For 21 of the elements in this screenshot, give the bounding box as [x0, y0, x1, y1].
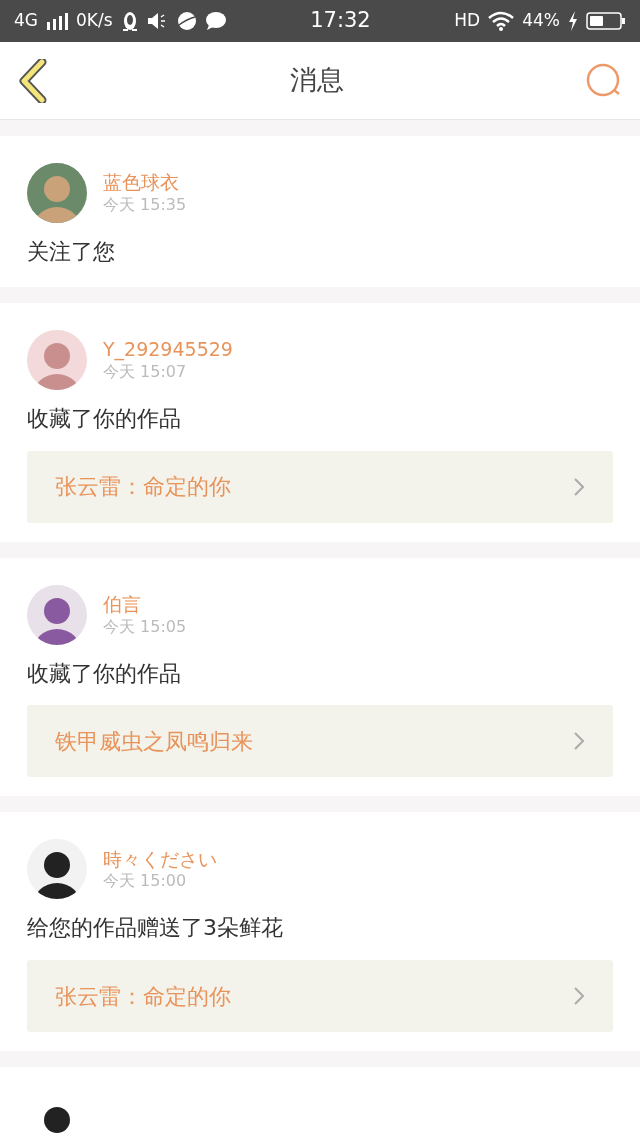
work-link[interactable]: 张云雷：命定的你 — [27, 450, 613, 523]
timestamp: 今天 15:35 — [103, 194, 187, 216]
speed-label: 0K/s — [76, 9, 113, 33]
network-label: 4G — [14, 9, 38, 33]
battery-label: 44% — [522, 9, 560, 33]
user-name[interactable]: 時々ください — [103, 846, 217, 872]
timestamp: 今天 15:07 — [103, 361, 188, 383]
notification-text: 给您的作品赠送了3朵鲜花 — [27, 914, 284, 943]
timestamp: 今天 15:00 — [103, 871, 188, 893]
notification-text: 收藏了你的作品 — [27, 659, 182, 688]
page-title: 消息 — [290, 63, 344, 98]
notification-text: 收藏了你的作品 — [27, 404, 182, 433]
notification-text: 关注了您 — [27, 238, 116, 266]
user-name[interactable]: Y_292945529 — [103, 337, 233, 362]
timestamp: 今天 15:05 — [103, 616, 187, 638]
user-name[interactable]: 蓝色球衣 — [103, 170, 187, 195]
work-link[interactable]: 铁甲威虫之凤鸣归来 — [27, 705, 613, 778]
user-name[interactable]: 伯言 — [103, 591, 187, 617]
work-link[interactable]: 张云雷：命定的你 — [27, 960, 613, 1033]
hd-label: HD — [454, 9, 481, 33]
time-label: 17:32 — [310, 7, 371, 35]
